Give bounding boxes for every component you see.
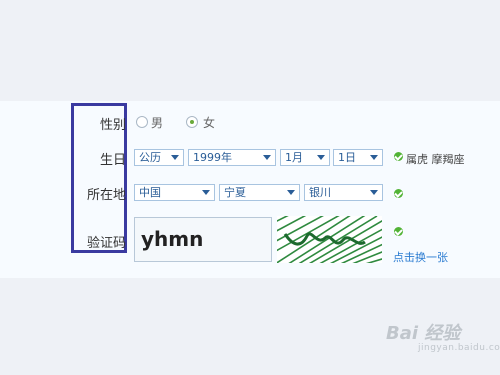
baidu-jingyan-logo: Bai 经验 [386,323,461,344]
gender-male-label: 男 [151,116,164,130]
province-select[interactable]: 宁夏 [219,184,300,201]
chevron-down-icon [370,155,378,160]
captcha-pattern [277,216,382,263]
calendar-type-value: 公历 [139,151,161,164]
chevron-down-icon [317,155,325,160]
birth-year-value: 1999年 [193,151,232,164]
captcha-input[interactable]: yhmn [134,217,272,262]
captcha-label: 验证码 [86,236,126,251]
check-icon [394,227,403,236]
gender-female-label: 女 [203,116,216,130]
chevron-down-icon [370,190,378,195]
birth-day-select[interactable]: 1日 [333,149,383,166]
captcha-image[interactable] [277,216,382,263]
refresh-captcha-link[interactable]: 点击换一张 [393,249,448,265]
gender-male-radio[interactable] [136,116,148,128]
country-select[interactable]: 中国 [134,184,215,201]
location-label: 所在地 [86,188,126,203]
birth-month-value: 1月 [285,151,303,164]
birth-month-select[interactable]: 1月 [280,149,330,166]
chevron-down-icon [171,155,179,160]
province-value: 宁夏 [224,186,246,199]
chevron-down-icon [202,190,210,195]
zodiac-text: 属虎 摩羯座 [406,153,465,166]
gender-label: 性别 [99,118,126,133]
city-select[interactable]: 银川 [304,184,383,201]
chevron-down-icon [287,190,295,195]
city-value: 银川 [309,186,331,199]
check-icon [394,152,403,161]
birth-year-select[interactable]: 1999年 [188,149,276,166]
birth-day-value: 1日 [338,151,356,164]
baidu-jingyan-url: jingyan.baidu.com [418,343,500,353]
birthday-label: 生日 [99,153,126,168]
chevron-down-icon [263,155,271,160]
gender-female-radio[interactable] [186,116,198,128]
check-icon [394,189,403,198]
country-value: 中国 [139,186,161,199]
calendar-type-select[interactable]: 公历 [134,149,184,166]
